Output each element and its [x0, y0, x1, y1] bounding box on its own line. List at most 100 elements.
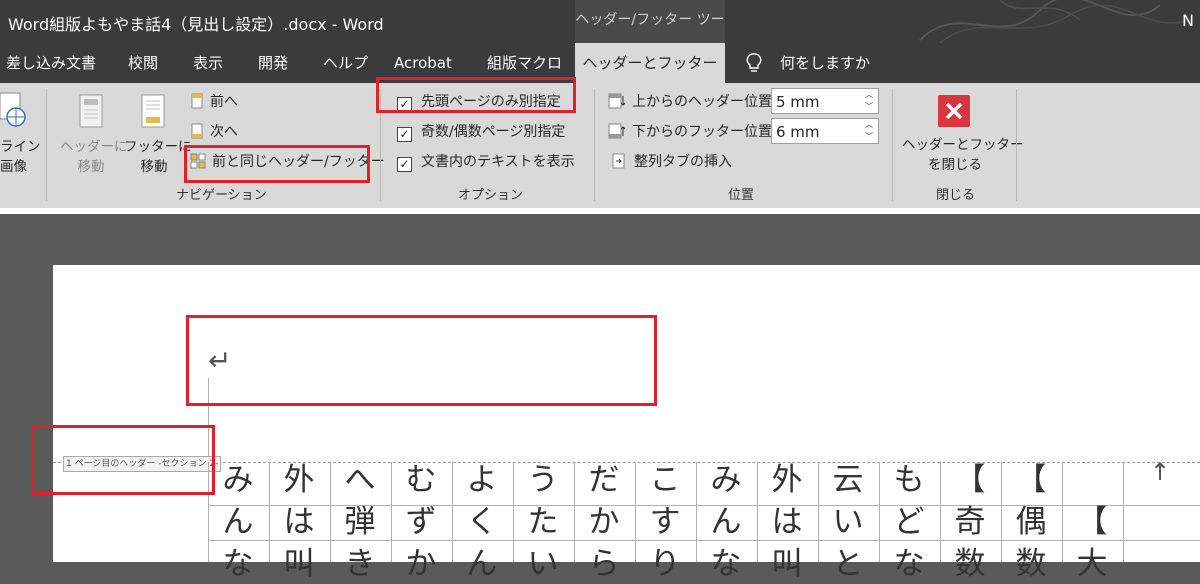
contextual-tool-label: ヘッダー/フッター ツール	[575, 0, 725, 68]
grid-character[interactable]: た	[513, 502, 573, 542]
header-position-icon	[608, 93, 626, 109]
grid-character[interactable]: 数	[1001, 544, 1061, 584]
checkbox-checked-icon: ✓	[397, 157, 412, 172]
alignment-tab-icon	[612, 153, 625, 169]
tab-review[interactable]: 校閲	[128, 43, 158, 83]
footer-position-spinner[interactable]: 6 mm ︿ ﹀	[771, 118, 879, 144]
previous-button[interactable]: 前へ	[190, 91, 238, 113]
tab-developer[interactable]: 開発	[258, 43, 288, 83]
grid-character[interactable]: ず	[391, 502, 451, 542]
online-picture-label-2[interactable]: 画像	[0, 157, 27, 177]
grid-character[interactable]: ど	[879, 502, 939, 542]
highlight-header-tag	[31, 425, 215, 495]
spinner-arrows-icon[interactable]: ︿ ﹀	[860, 119, 878, 143]
grid-character[interactable]: ん	[696, 502, 756, 542]
group-separator	[594, 89, 595, 201]
insert-alignment-tab-button[interactable]: 整列タブの挿入	[612, 151, 732, 173]
spinner-arrows-icon[interactable]: ︿ ﹀	[860, 89, 878, 113]
lightbulb-icon	[746, 53, 762, 72]
grid-character[interactable]: 外	[757, 460, 817, 500]
tab-mailings[interactable]: 差し込み文書	[6, 43, 96, 83]
header-position-value: 5 mm	[776, 93, 820, 111]
grid-character[interactable]: は	[757, 502, 817, 542]
footer-from-bottom-label: 下からのフッター位置:	[632, 124, 777, 140]
ribbon-tabs: 差し込み文書 校閲 表示 開発 ヘルプ Acrobat 組版マクロ ヘッダーとフ…	[0, 43, 1200, 83]
grid-character[interactable]: こ	[635, 460, 695, 500]
grid-character[interactable]: 叫	[269, 544, 329, 584]
goto-footer-label-1[interactable]: フッターに	[124, 137, 192, 157]
next-button[interactable]: 次へ	[190, 121, 238, 143]
grid-character[interactable]: ら	[574, 544, 634, 584]
grid-character[interactable]: 【	[1062, 502, 1122, 542]
grid-character[interactable]: だ	[574, 460, 634, 500]
grid-character[interactable]: と	[818, 544, 878, 584]
grid-character[interactable]: く	[452, 502, 512, 542]
grid-character[interactable]: 叫	[757, 544, 817, 584]
grid-character[interactable]: す	[635, 502, 695, 542]
grid-character[interactable]: 云	[818, 460, 878, 500]
header-position-label-wrap: 上からのヘッダー位置:	[608, 91, 777, 113]
close-header-footer-label-2[interactable]: を閉じる	[902, 155, 1008, 175]
footer-position-icon	[608, 123, 626, 139]
grid-character[interactable]: ん	[208, 502, 268, 542]
tab-view[interactable]: 表示	[193, 43, 223, 83]
grid-character[interactable]: 数	[940, 544, 1000, 584]
grid-character[interactable]: か	[574, 502, 634, 542]
next-section-icon	[191, 123, 203, 139]
insert-alignment-tab-label: 整列タブの挿入	[634, 154, 732, 170]
grid-character[interactable]: き	[330, 544, 390, 584]
grid-character[interactable]: う	[513, 460, 573, 500]
close-header-footer-label-1[interactable]: ヘッダーとフッター	[902, 135, 1024, 155]
grid-character[interactable]: 外	[269, 460, 329, 500]
different-odd-even-checkbox[interactable]: ✓ 奇数/偶数ページ別指定	[397, 121, 565, 143]
title-bar: Word組版よもやま話4（見出し設定）.docx - Word ヘッダー/フッタ…	[0, 0, 1200, 68]
goto-header-label-2[interactable]: 移動	[60, 157, 122, 177]
decorative-pattern-icon	[919, 0, 1191, 43]
grid-character[interactable]: も	[879, 460, 939, 500]
grid-character[interactable]: り	[635, 544, 695, 584]
grid-character[interactable]: い	[818, 502, 878, 542]
grid-character[interactable]: な	[879, 544, 939, 584]
grid-character[interactable]: み	[696, 460, 756, 500]
grid-character[interactable]: む	[391, 460, 451, 500]
grid-character[interactable]: か	[391, 544, 451, 584]
next-label: 次へ	[210, 124, 238, 140]
grid-character[interactable]: な	[696, 544, 756, 584]
tell-me-search[interactable]: 何をしますか	[780, 43, 870, 83]
tab-help[interactable]: ヘルプ	[323, 43, 368, 83]
grid-character[interactable]: み	[208, 460, 268, 500]
return-arrow-icon: ↑	[1150, 458, 1171, 486]
header-from-top-label: 上からのヘッダー位置:	[632, 94, 777, 110]
grid-character[interactable]: 【	[1001, 460, 1061, 500]
grid-character[interactable]: ん	[452, 544, 512, 584]
grid-character[interactable]: は	[269, 502, 329, 542]
goto-footer-label-2[interactable]: 移動	[124, 157, 184, 177]
grid-character[interactable]: よ	[452, 460, 512, 500]
grid-character[interactable]: 弾	[330, 502, 390, 542]
options-group-label: オプション	[458, 188, 524, 203]
tab-header-footer[interactable]: ヘッダーとフッター	[575, 43, 725, 83]
window-title: Word組版よもやま話4（見出し設定）.docx - Word	[8, 15, 384, 34]
grid-character[interactable]: い	[513, 544, 573, 584]
grid-character[interactable]: へ	[330, 460, 390, 500]
goto-header-label-1[interactable]: ヘッダーに	[60, 137, 128, 157]
online-picture-label-1[interactable]: ライン	[0, 137, 41, 157]
group-separator	[1016, 89, 1017, 201]
footer-position-value: 6 mm	[776, 123, 820, 141]
user-initial: N	[1182, 11, 1194, 30]
group-separator	[892, 89, 893, 201]
grid-character[interactable]: 偶	[1001, 502, 1061, 542]
highlight-link-to-previous	[184, 145, 370, 183]
ribbon: ライン 画像 ヘッダーに 移動 フッターに 移動 前へ 次へ 前と同じヘッダー/…	[0, 83, 1200, 208]
grid-character[interactable]: 大	[1062, 544, 1122, 584]
grid-character[interactable]: 【	[940, 460, 1000, 500]
previous-section-icon	[191, 93, 203, 109]
checkbox-checked-icon: ✓	[397, 127, 412, 142]
highlight-different-first-page	[376, 77, 576, 113]
grid-character[interactable]: な	[208, 544, 268, 584]
goto-header-icon	[79, 94, 103, 128]
grid-character[interactable]: 奇	[940, 502, 1000, 542]
header-position-spinner[interactable]: 5 mm ︿ ﹀	[771, 88, 879, 114]
close-header-footer-icon	[938, 95, 970, 127]
show-document-text-checkbox[interactable]: ✓ 文書内のテキストを表示	[397, 151, 575, 173]
